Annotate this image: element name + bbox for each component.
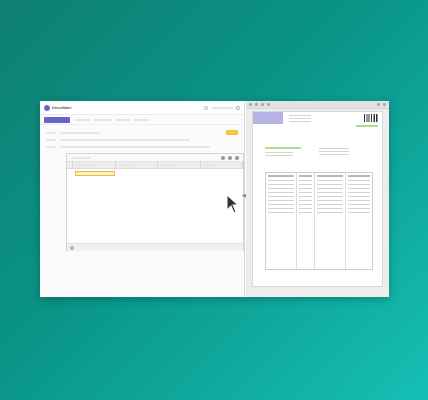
document-viewer bbox=[246, 101, 389, 297]
field-label bbox=[46, 131, 56, 134]
toolbar-item[interactable] bbox=[116, 118, 130, 121]
column-header[interactable] bbox=[201, 162, 243, 168]
doc-table-column bbox=[297, 173, 315, 269]
field-input[interactable] bbox=[60, 131, 100, 134]
panel-title bbox=[71, 156, 91, 159]
viewer-tool[interactable] bbox=[267, 103, 270, 106]
viewer-tool[interactable] bbox=[377, 103, 380, 106]
form-field-row bbox=[46, 129, 238, 136]
pin-icon[interactable] bbox=[221, 155, 225, 160]
topbar-actions bbox=[204, 105, 240, 110]
warning-badge[interactable] bbox=[226, 130, 238, 135]
viewer-toolbar bbox=[246, 101, 389, 109]
table-body bbox=[67, 169, 243, 243]
app-window: DocuWare ◀ bbox=[40, 101, 246, 297]
doc-table-column bbox=[266, 173, 297, 269]
document-page[interactable] bbox=[252, 111, 383, 287]
app-toolbar bbox=[40, 115, 244, 125]
logo-icon bbox=[44, 104, 50, 111]
recipient-address bbox=[265, 152, 293, 158]
invoice-meta bbox=[319, 148, 349, 157]
form-field-row bbox=[46, 136, 238, 143]
primary-action-button[interactable] bbox=[44, 116, 70, 123]
user-icon[interactable] bbox=[236, 105, 240, 110]
bell-icon[interactable] bbox=[204, 105, 208, 110]
column-header[interactable] bbox=[116, 162, 158, 168]
toolbar-item[interactable] bbox=[74, 118, 90, 121]
doc-table-column bbox=[346, 173, 372, 269]
field-input[interactable] bbox=[60, 145, 210, 148]
field-input[interactable] bbox=[60, 138, 190, 141]
panel-footer bbox=[67, 243, 243, 251]
viewer-tool[interactable] bbox=[383, 103, 386, 106]
column-header[interactable] bbox=[158, 162, 201, 168]
brand-logo[interactable]: DocuWare bbox=[44, 104, 72, 111]
viewer-tool[interactable] bbox=[261, 103, 264, 106]
document-table bbox=[265, 172, 373, 270]
barcode-icon bbox=[364, 114, 378, 122]
toolbar-item[interactable] bbox=[134, 118, 150, 121]
table-header bbox=[67, 162, 243, 169]
highlight-mark bbox=[265, 147, 301, 149]
form-area bbox=[40, 125, 244, 154]
form-field-row bbox=[46, 143, 238, 150]
screenshot-frame: DocuWare ◀ bbox=[40, 101, 389, 297]
highlight-mark bbox=[356, 125, 378, 127]
column-header[interactable] bbox=[73, 162, 116, 168]
mouse-pointer-icon bbox=[226, 194, 240, 214]
brand-name: DocuWare bbox=[52, 105, 72, 110]
expand-icon[interactable] bbox=[228, 155, 232, 160]
viewer-tool[interactable] bbox=[249, 103, 252, 106]
sender-address bbox=[289, 115, 311, 124]
close-icon[interactable] bbox=[235, 155, 239, 160]
add-icon[interactable] bbox=[70, 245, 74, 250]
table-panel bbox=[66, 153, 244, 251]
doc-table-column bbox=[315, 173, 346, 269]
viewer-tool[interactable] bbox=[255, 103, 258, 106]
selected-cell[interactable] bbox=[75, 171, 115, 176]
toolbar-item[interactable] bbox=[94, 118, 112, 121]
panel-header bbox=[67, 154, 243, 162]
document-header-block bbox=[253, 112, 283, 124]
field-label bbox=[46, 145, 56, 148]
user-menu[interactable] bbox=[211, 106, 233, 109]
field-label bbox=[46, 138, 56, 141]
app-topbar: DocuWare bbox=[40, 101, 244, 115]
